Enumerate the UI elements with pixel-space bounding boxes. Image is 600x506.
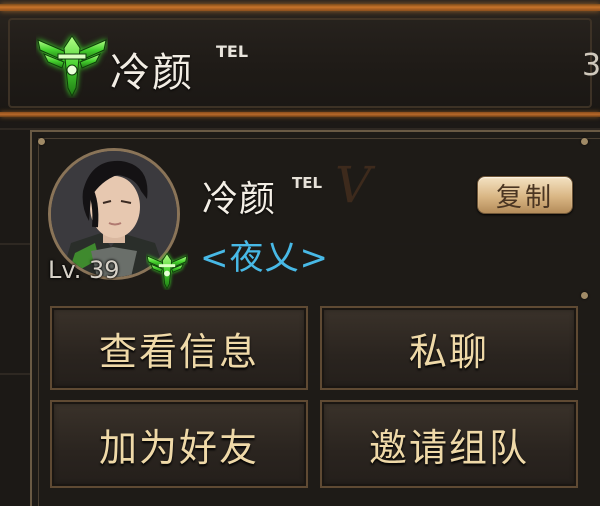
player-header-bar: 冷颜 TEL 3: [0, 0, 600, 118]
header-player-name: 冷颜: [110, 50, 194, 96]
player-level: Lv. 39: [48, 256, 120, 284]
small-rank-badge-icon: [146, 252, 188, 290]
guild-name[interactable]: <夜乂>: [200, 230, 329, 279]
popup-corner-rivet: [581, 138, 588, 145]
profile-player-name: 冷颜: [202, 179, 277, 220]
copy-name-button[interactable]: 复制: [477, 176, 573, 214]
header-name-suffix: TEL: [216, 42, 249, 61]
view-info-button[interactable]: 查看信息: [50, 306, 308, 390]
profile-name-suffix: TEL: [292, 174, 323, 192]
faint-v-mark: V: [335, 156, 372, 214]
header-bottom-border: [0, 112, 600, 117]
add-friend-button[interactable]: 加为好友: [50, 400, 308, 488]
header-right-value: 3: [582, 48, 600, 83]
private-chat-button[interactable]: 私聊: [320, 306, 578, 390]
popup-corner-rivet: [581, 292, 588, 299]
invite-team-button[interactable]: 邀请组队: [320, 400, 578, 488]
rank-badge-icon: [37, 35, 107, 98]
header-top-border: [0, 4, 600, 11]
popup-corner-rivet: [38, 138, 45, 145]
